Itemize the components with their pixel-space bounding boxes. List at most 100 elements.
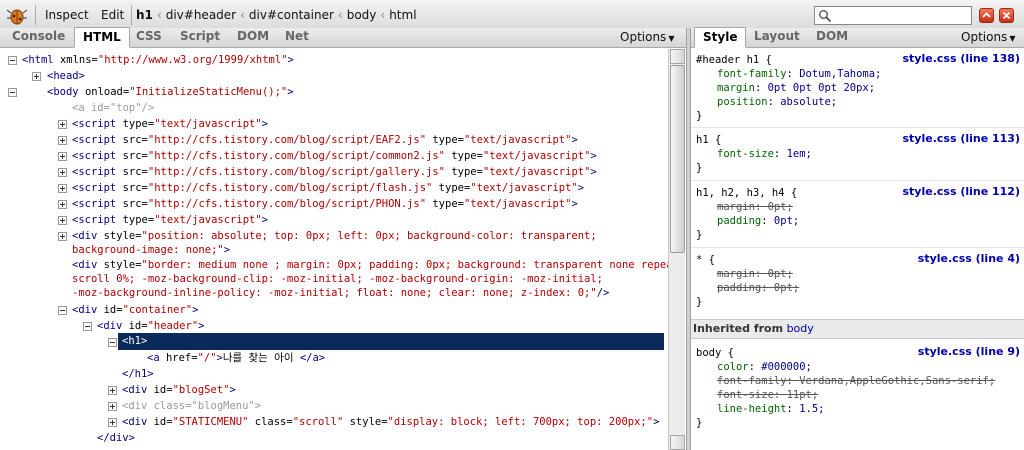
- edit-button[interactable]: Edit: [101, 8, 124, 22]
- node-text-val: "display: block; left: 700px; top: 200px…: [387, 416, 654, 428]
- tab-console[interactable]: Console: [4, 28, 73, 47]
- expand-icon[interactable]: [58, 232, 67, 241]
- css-property[interactable]: position: absolute;: [717, 95, 837, 109]
- css-property[interactable]: color: #000000;: [717, 360, 812, 374]
- tab-layout[interactable]: Layout: [746, 28, 808, 47]
- css-source-link[interactable]: style.css (line 138): [902, 52, 1020, 66]
- css-property[interactable]: font-family: Dotum,Tahoma;: [717, 67, 881, 81]
- html-tree-node[interactable]: <div style="position: absolute; top: 0px…: [72, 229, 597, 243]
- expand-icon[interactable]: [58, 168, 67, 177]
- html-tree-node[interactable]: <script type="text/javascript">: [72, 117, 268, 131]
- tab-net[interactable]: Net: [277, 28, 317, 47]
- expand-icon[interactable]: [108, 418, 117, 427]
- css-source-link[interactable]: style.css (line 9): [918, 345, 1020, 359]
- inspect-button[interactable]: Inspect: [45, 8, 89, 22]
- expand-icon[interactable]: [58, 120, 67, 129]
- search-input[interactable]: [833, 7, 963, 24]
- html-tree-node[interactable]: <div id="blogSet">: [122, 383, 236, 397]
- tab-html[interactable]: HTML: [74, 27, 130, 48]
- minimize-button[interactable]: [979, 8, 994, 23]
- collapse-icon[interactable]: [8, 88, 17, 97]
- css-source-link[interactable]: style.css (line 113): [902, 132, 1020, 146]
- node-text-tag: <script: [72, 214, 123, 226]
- expand-icon[interactable]: [58, 200, 67, 209]
- html-tree-node[interactable]: <div id="STATICMENU" class="scroll" styl…: [122, 415, 659, 429]
- css-property[interactable]: padding: 0pt;: [717, 281, 799, 295]
- html-tree-node[interactable]: <script src="http://cfs.tistory.com/blog…: [72, 133, 578, 147]
- css-property[interactable]: font-size: 1em;: [717, 147, 812, 161]
- scroll-down-button[interactable]: [670, 435, 685, 450]
- html-tree-node[interactable]: background-image: none;">: [72, 243, 230, 257]
- collapse-icon[interactable]: [58, 306, 67, 315]
- tab-style[interactable]: Style: [694, 27, 747, 48]
- html-tree-node[interactable]: scroll 0%; -moz-background-clip: -moz-in…: [72, 272, 603, 286]
- html-tree-node[interactable]: </div>: [97, 431, 135, 445]
- breadcrumb-html[interactable]: html: [389, 8, 416, 22]
- html-tree-node[interactable]: <a href="/">나를 찾는 아이 </a>: [147, 351, 325, 365]
- css-property[interactable]: margin: 0pt;: [717, 200, 793, 214]
- css-source-link[interactable]: style.css (line 112): [902, 185, 1020, 199]
- html-tree-node[interactable]: <script src="http://cfs.tistory.com/blog…: [72, 197, 578, 211]
- expand-icon[interactable]: [108, 386, 117, 395]
- html-tree-node[interactable]: <script src="http://cfs.tistory.com/blog…: [72, 149, 597, 163]
- node-text-tag: >: [577, 182, 585, 194]
- close-button[interactable]: [999, 8, 1014, 23]
- breadcrumb-h1[interactable]: h1: [136, 8, 153, 22]
- collapse-icon[interactable]: [8, 56, 17, 65]
- tab-dom[interactable]: DOM: [229, 28, 277, 47]
- html-tree-node[interactable]: <div id="header">: [97, 319, 204, 333]
- html-tree-node[interactable]: <div style="border: medium none ; margin…: [72, 258, 668, 272]
- collapse-icon[interactable]: [108, 338, 117, 347]
- html-tree-node[interactable]: <script src="http://cfs.tistory.com/blog…: [72, 181, 584, 195]
- expand-icon[interactable]: [58, 184, 67, 193]
- css-source-link[interactable]: style.css (line 4): [918, 252, 1020, 266]
- tab-css[interactable]: CSS: [128, 28, 170, 47]
- node-text-tag: <div: [97, 320, 129, 332]
- css-property[interactable]: line-height: 1.5;: [717, 402, 825, 416]
- expand-icon[interactable]: [32, 72, 41, 81]
- inherited-from-link[interactable]: body: [787, 322, 814, 335]
- tab-side-dom[interactable]: DOM: [808, 28, 856, 47]
- html-tree-node[interactable]: <body onload="InitializeStaticMenu();">: [47, 85, 294, 99]
- node-text-attr: type=: [426, 198, 464, 210]
- html-pane-scrollbar[interactable]: [668, 49, 685, 450]
- tab-script[interactable]: Script: [172, 28, 228, 47]
- expand-icon[interactable]: [108, 402, 117, 411]
- options-menu-left[interactable]: Options ▼: [620, 30, 674, 44]
- css-property[interactable]: padding: 0pt;: [717, 214, 799, 228]
- node-text-attr: type=: [432, 182, 471, 194]
- html-tree-node[interactable]: <script type="text/javascript">: [72, 213, 268, 227]
- html-tree-node[interactable]: <div class="blogMenu">: [122, 399, 261, 413]
- node-text-attr: id=: [153, 384, 173, 396]
- node-text-tag: >: [192, 304, 199, 316]
- scroll-thumb[interactable]: [670, 65, 685, 253]
- html-tree-node[interactable]: <h1>: [122, 334, 147, 348]
- panel-tabs: Console HTML CSS Script DOM Net Options ▼: [0, 27, 686, 48]
- css-property[interactable]: margin: 0pt;: [717, 267, 793, 281]
- html-tree-node[interactable]: </h1>: [122, 367, 154, 381]
- html-tree-node[interactable]: <a id="top"/>: [72, 101, 154, 115]
- css-property[interactable]: font-family: Verdana,AppleGothic,Sans-se…: [717, 374, 995, 388]
- breadcrumb-div-header[interactable]: div#header: [166, 8, 236, 22]
- expand-icon[interactable]: [58, 216, 67, 225]
- node-text-val: "http://cfs.tistory.com/blog/script/gall…: [147, 166, 445, 178]
- expand-icon[interactable]: [58, 152, 67, 161]
- html-tree-node[interactable]: <html xmlns="http://www.w3.org/1999/xhtm…: [22, 53, 294, 67]
- html-tree-node[interactable]: <script src="http://cfs.tistory.com/blog…: [72, 165, 597, 179]
- firebug-icon[interactable]: [6, 5, 28, 25]
- html-tree-node[interactable]: -moz-background-inline-policy: -moz-init…: [72, 286, 609, 300]
- html-tree-node[interactable]: <head>: [47, 69, 85, 83]
- node-text-attr: type=: [445, 166, 483, 178]
- scroll-up-button[interactable]: [670, 49, 685, 64]
- css-closing-brace: }: [696, 417, 703, 429]
- css-property[interactable]: margin: 0pt 0pt 0pt 20px;: [717, 81, 875, 95]
- triangle-down-icon: ▼: [668, 34, 675, 43]
- options-menu-right[interactable]: Options ▼: [961, 30, 1015, 44]
- breadcrumb-body[interactable]: body: [347, 8, 377, 22]
- css-property-value: 0pt 0pt 0pt 20px;: [767, 82, 876, 94]
- css-property[interactable]: font-size: 11pt;: [717, 388, 818, 402]
- breadcrumb-div-container[interactable]: div#container: [249, 8, 334, 22]
- html-tree-node[interactable]: <div id="container">: [72, 303, 198, 317]
- expand-icon[interactable]: [58, 136, 67, 145]
- collapse-icon[interactable]: [83, 322, 92, 331]
